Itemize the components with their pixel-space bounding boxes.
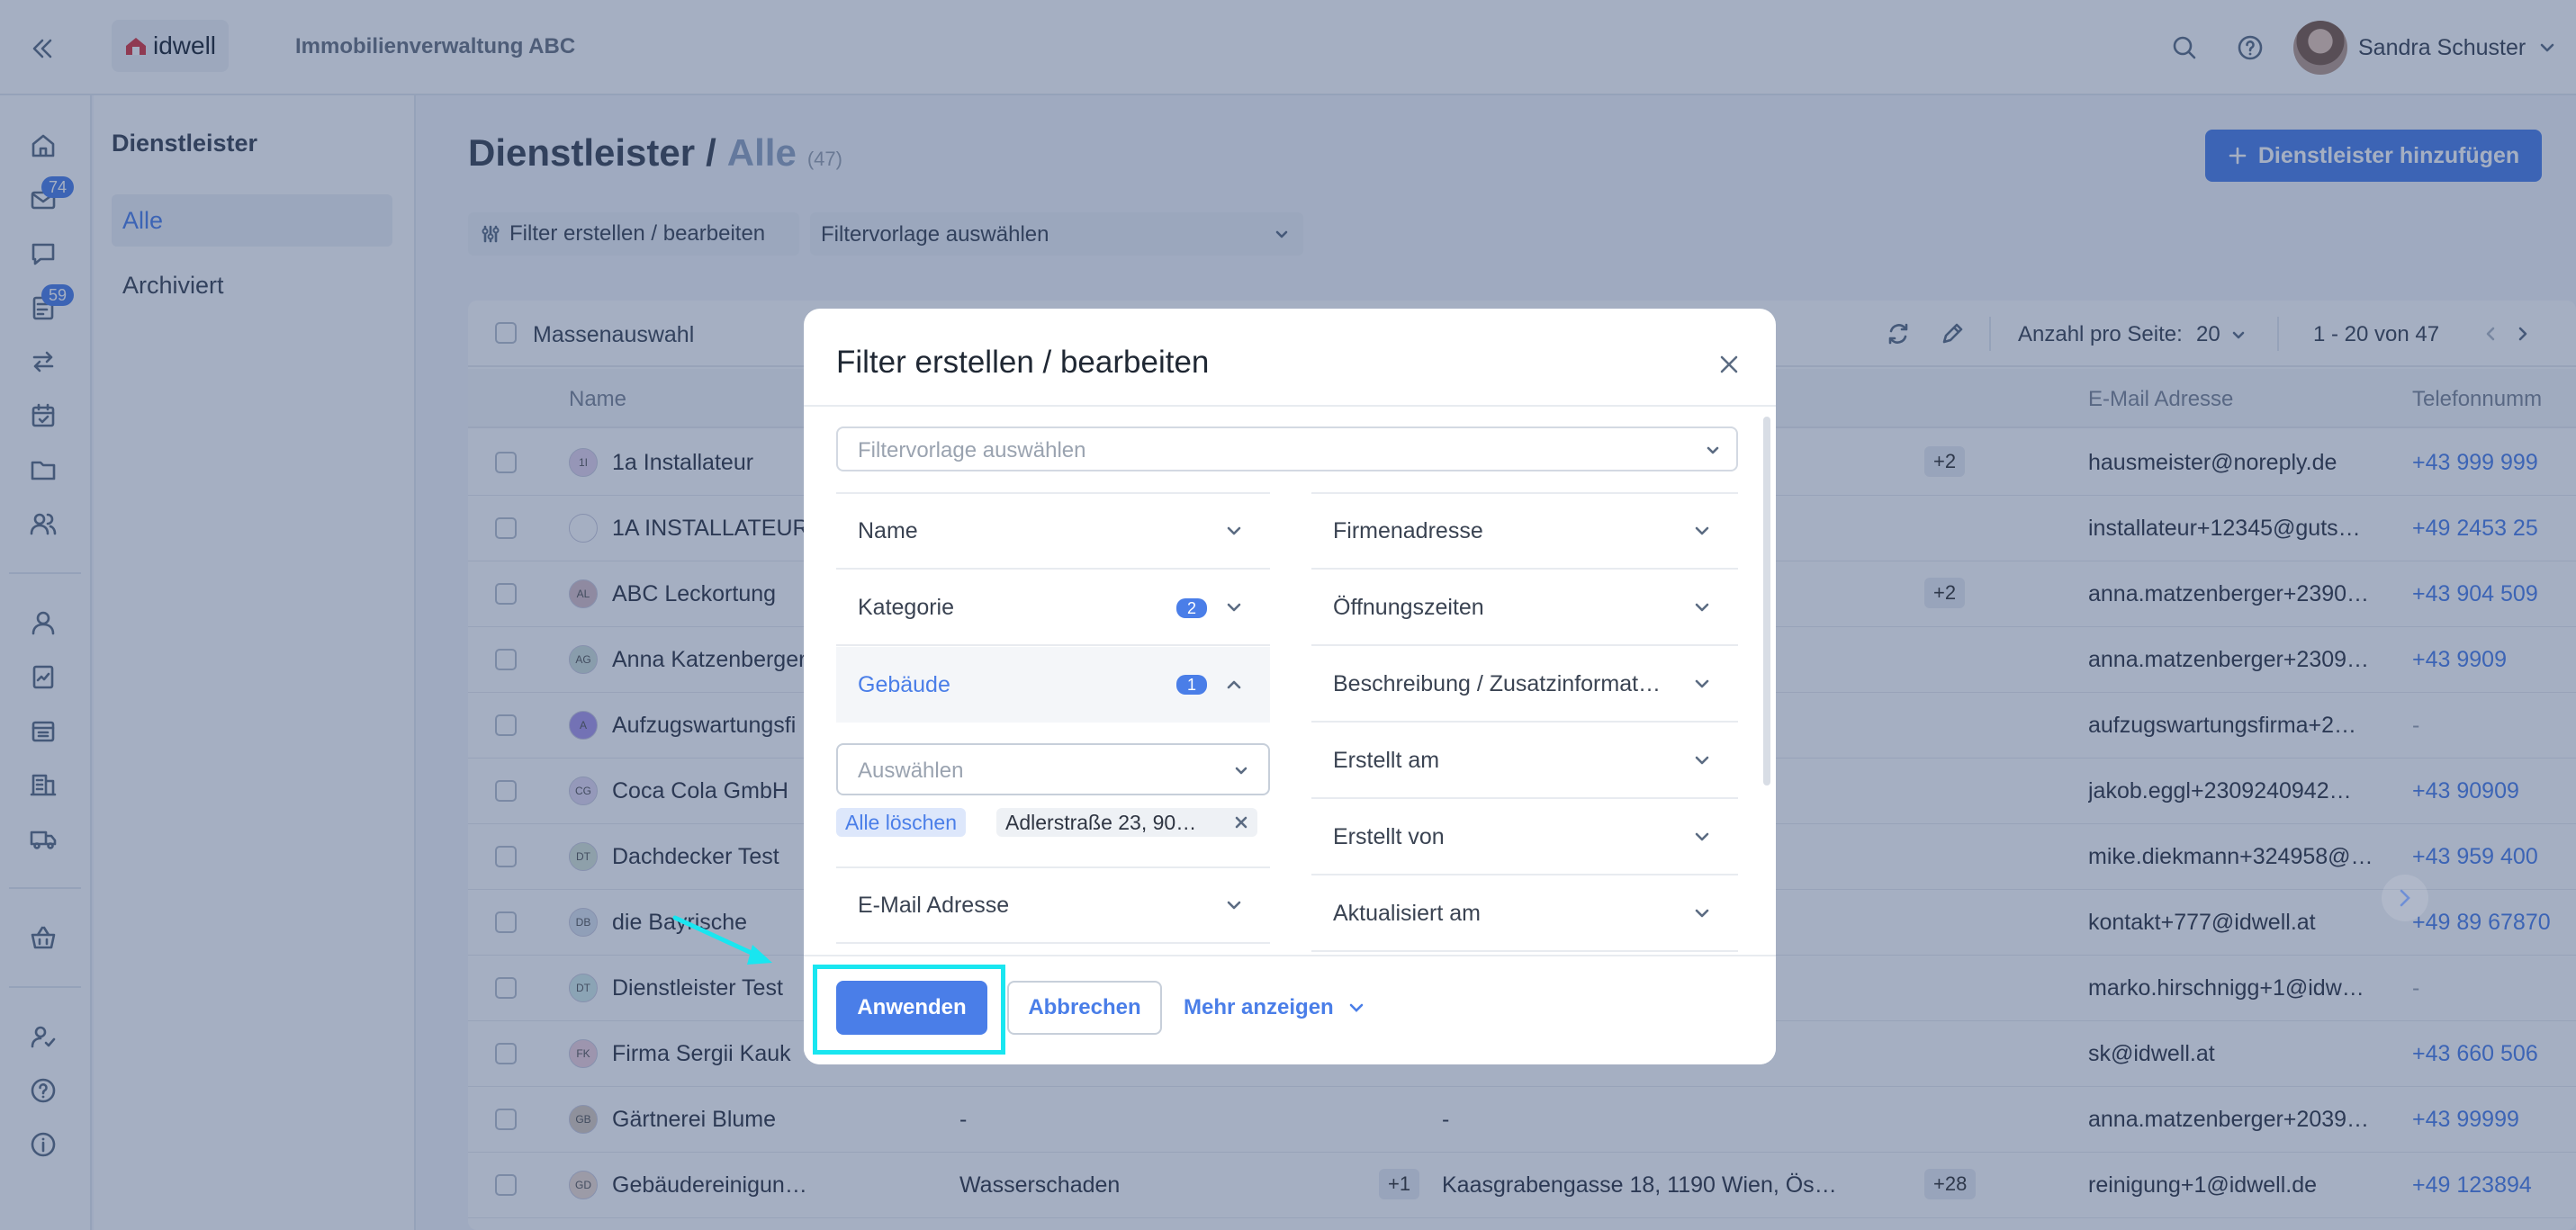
chevron-right-icon xyxy=(2400,889,2410,907)
cancel-button-label: Abbrechen xyxy=(1028,995,1141,1019)
selected-building-chip: Adlerstraße 23, 90… xyxy=(996,808,1257,837)
filter-field-kategorie[interactable]: Kategorie 2 xyxy=(836,570,1270,646)
filter-field-label: Öffnungszeiten xyxy=(1333,594,1484,620)
chevron-down-icon xyxy=(1695,526,1709,535)
chevron-up-icon xyxy=(1227,680,1241,689)
filter-field-email[interactable]: E-Mail Adresse xyxy=(836,868,1270,944)
filter-field-label: Erstellt von xyxy=(1333,823,1445,849)
chevron-down-icon xyxy=(1227,526,1241,535)
filter-field-right-3[interactable]: Erstellt am xyxy=(1311,723,1738,799)
building-select-placeholder: Auswählen xyxy=(858,759,964,783)
chevron-down-icon xyxy=(1695,679,1709,688)
filter-field-label: Kategorie xyxy=(858,594,955,620)
filter-field-gebaeude[interactable]: Gebäude 1 xyxy=(836,647,1270,723)
filter-field-label: Beschreibung / Zusatzinformat… xyxy=(1333,670,1662,696)
filter-dialog: Filter erstellen / bearbeiten Filtervorl… xyxy=(804,309,1776,1064)
dialog-title: Filter erstellen / bearbeiten xyxy=(836,345,1210,380)
filter-field-right-4[interactable]: Erstellt von xyxy=(1311,800,1738,875)
dialog-template-select[interactable]: Filtervorlage auswählen xyxy=(836,426,1738,471)
filter-field-right-1[interactable]: Öffnungszeiten xyxy=(1311,570,1738,646)
filter-field-label: E-Mail Adresse xyxy=(858,892,1010,918)
scroll-right-button[interactable] xyxy=(2382,875,2428,921)
filter-field-right-2[interactable]: Beschreibung / Zusatzinformat… xyxy=(1311,647,1738,723)
filter-field-label: Firmenadresse xyxy=(1333,517,1483,543)
chevron-down-icon xyxy=(1695,832,1709,841)
selected-building-label: Adlerstraße 23, 90… xyxy=(1005,811,1197,834)
chevron-down-icon xyxy=(1695,756,1709,765)
dialog-scrollbar[interactable] xyxy=(1763,417,1770,786)
show-more-label: Mehr anzeigen xyxy=(1184,995,1334,1019)
apply-highlight-frame xyxy=(813,965,1005,1055)
chevron-down-icon xyxy=(1695,909,1709,918)
dialog-footer: Anwenden Abbrechen Mehr anzeigen xyxy=(804,955,1776,1064)
filter-field-label: Name xyxy=(858,517,918,543)
chevron-down-icon xyxy=(1227,901,1241,910)
clear-all-button[interactable]: Alle löschen xyxy=(836,808,967,837)
close-icon xyxy=(1720,355,1738,373)
filter-field-right-0[interactable]: Firmenadresse xyxy=(1311,494,1738,570)
filter-field-label: Gebäude xyxy=(858,671,950,697)
chevron-down-icon xyxy=(1227,603,1241,612)
filter-field-label: Erstellt am xyxy=(1333,747,1440,773)
close-icon[interactable] xyxy=(1234,815,1248,830)
chevron-down-icon xyxy=(1349,1003,1364,1012)
cancel-button[interactable]: Abbrechen xyxy=(1007,981,1162,1035)
dialog-template-placeholder: Filtervorlage auswählen xyxy=(858,438,1086,462)
filter-field-right-5[interactable]: Aktualisiert am xyxy=(1311,876,1738,952)
filter-count-badge: 1 xyxy=(1176,675,1207,695)
close-button[interactable] xyxy=(1711,346,1747,382)
filter-count-badge: 2 xyxy=(1176,598,1207,618)
filter-field-label: Aktualisiert am xyxy=(1333,900,1481,926)
filter-field-name[interactable]: Name xyxy=(836,494,1270,570)
chevron-down-icon xyxy=(1235,767,1247,775)
annotation-arrow xyxy=(672,915,772,965)
building-select[interactable]: Auswählen xyxy=(836,743,1270,795)
chevron-down-icon xyxy=(1707,446,1719,454)
show-more-button[interactable]: Mehr anzeigen xyxy=(1184,981,1366,1035)
dialog-header-divider xyxy=(804,405,1776,407)
chevron-down-icon xyxy=(1695,603,1709,612)
